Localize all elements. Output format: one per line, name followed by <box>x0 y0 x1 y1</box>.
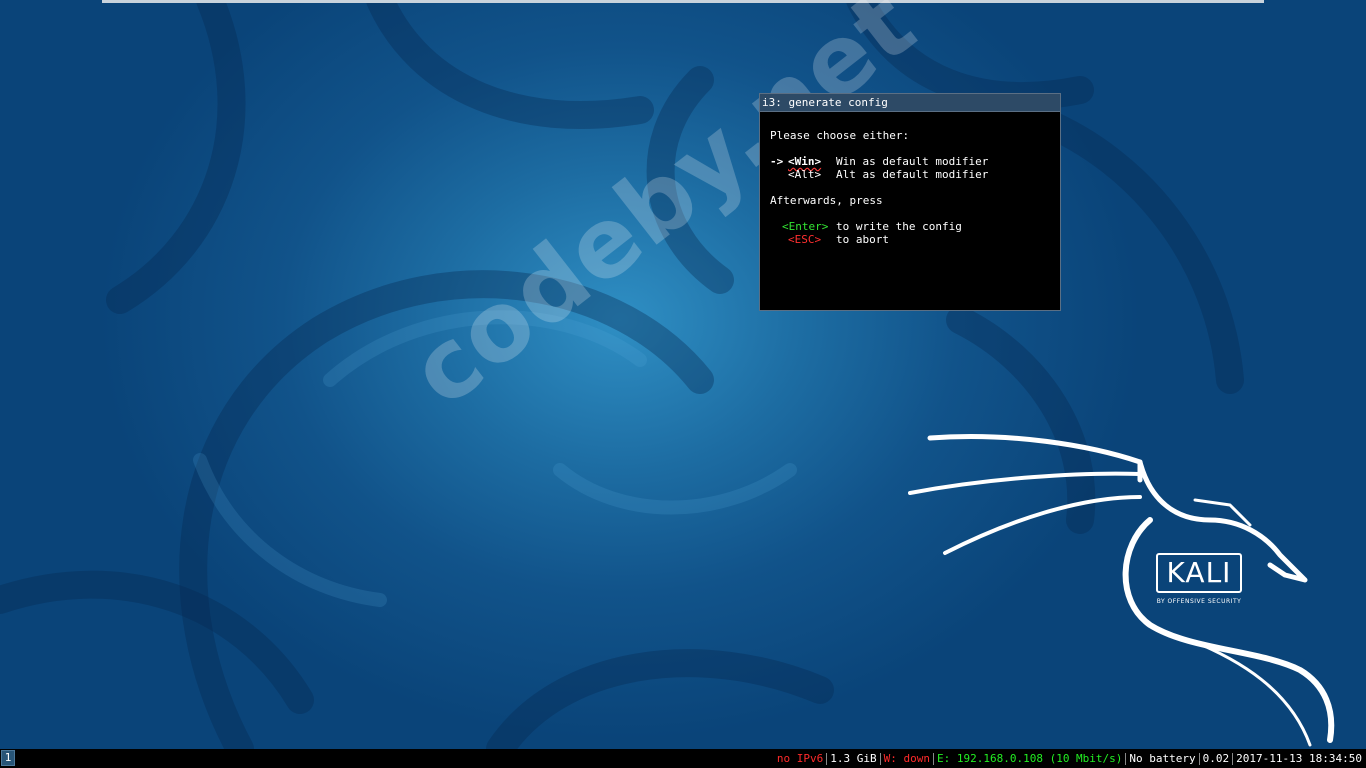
esc-description: to abort <box>836 233 889 246</box>
i3-config-dialog[interactable]: i3: generate config Please choose either… <box>759 93 1061 311</box>
option-alt-description: Alt as default modifier <box>836 168 989 181</box>
afterwards-text: Afterwards, press <box>770 194 883 207</box>
status-ipv6: no IPv6 <box>776 752 824 765</box>
dialog-titlebar[interactable]: i3: generate config <box>760 94 1060 112</box>
desktop-background: codeby.net KALI BY OFFENSIVE SECURITY i3… <box>0 0 1366 749</box>
selection-arrow: -> <box>770 155 784 168</box>
status-separator <box>879 752 881 765</box>
status-separator <box>1125 752 1127 765</box>
esc-key: <ESC> <box>788 233 822 246</box>
status-separator <box>826 752 828 765</box>
enter-key: <Enter> <box>782 220 829 233</box>
i3-status-bar: 1 no IPv6 1.3 GiB W: down E: 192.168.0.1… <box>0 749 1366 768</box>
status-separator <box>1198 752 1200 765</box>
status-separator <box>1232 752 1234 765</box>
status-wireless: W: down <box>883 752 930 765</box>
status-separator <box>932 752 934 765</box>
kali-logo-tagline: BY OFFENSIVE SECURITY <box>1156 598 1242 605</box>
status-ethernet: E: 192.168.0.108 (10 Mbit/s) <box>936 752 1123 765</box>
status-disk: 1.3 GiB <box>830 752 877 765</box>
enter-description: to write the config <box>836 220 962 233</box>
prompt-text: Please choose either: <box>770 129 910 142</box>
option-win-description: Win as default modifier <box>836 155 989 168</box>
status-load: 0.02 <box>1202 752 1230 765</box>
top-window-edge <box>102 0 1264 3</box>
workspace-button-1[interactable]: 1 <box>1 750 15 766</box>
kali-logo-wordmark: KALI <box>1156 553 1242 593</box>
option-alt-key[interactable]: <Alt> <box>788 168 821 181</box>
status-battery: No battery <box>1129 752 1196 765</box>
kali-dragon-logo <box>908 434 1335 747</box>
status-datetime: 2017-11-13 18:34:50 <box>1236 752 1362 765</box>
status-line: no IPv6 1.3 GiB W: down E: 192.168.0.108… <box>777 749 1362 768</box>
option-win-key[interactable]: <Win> <box>788 155 821 168</box>
